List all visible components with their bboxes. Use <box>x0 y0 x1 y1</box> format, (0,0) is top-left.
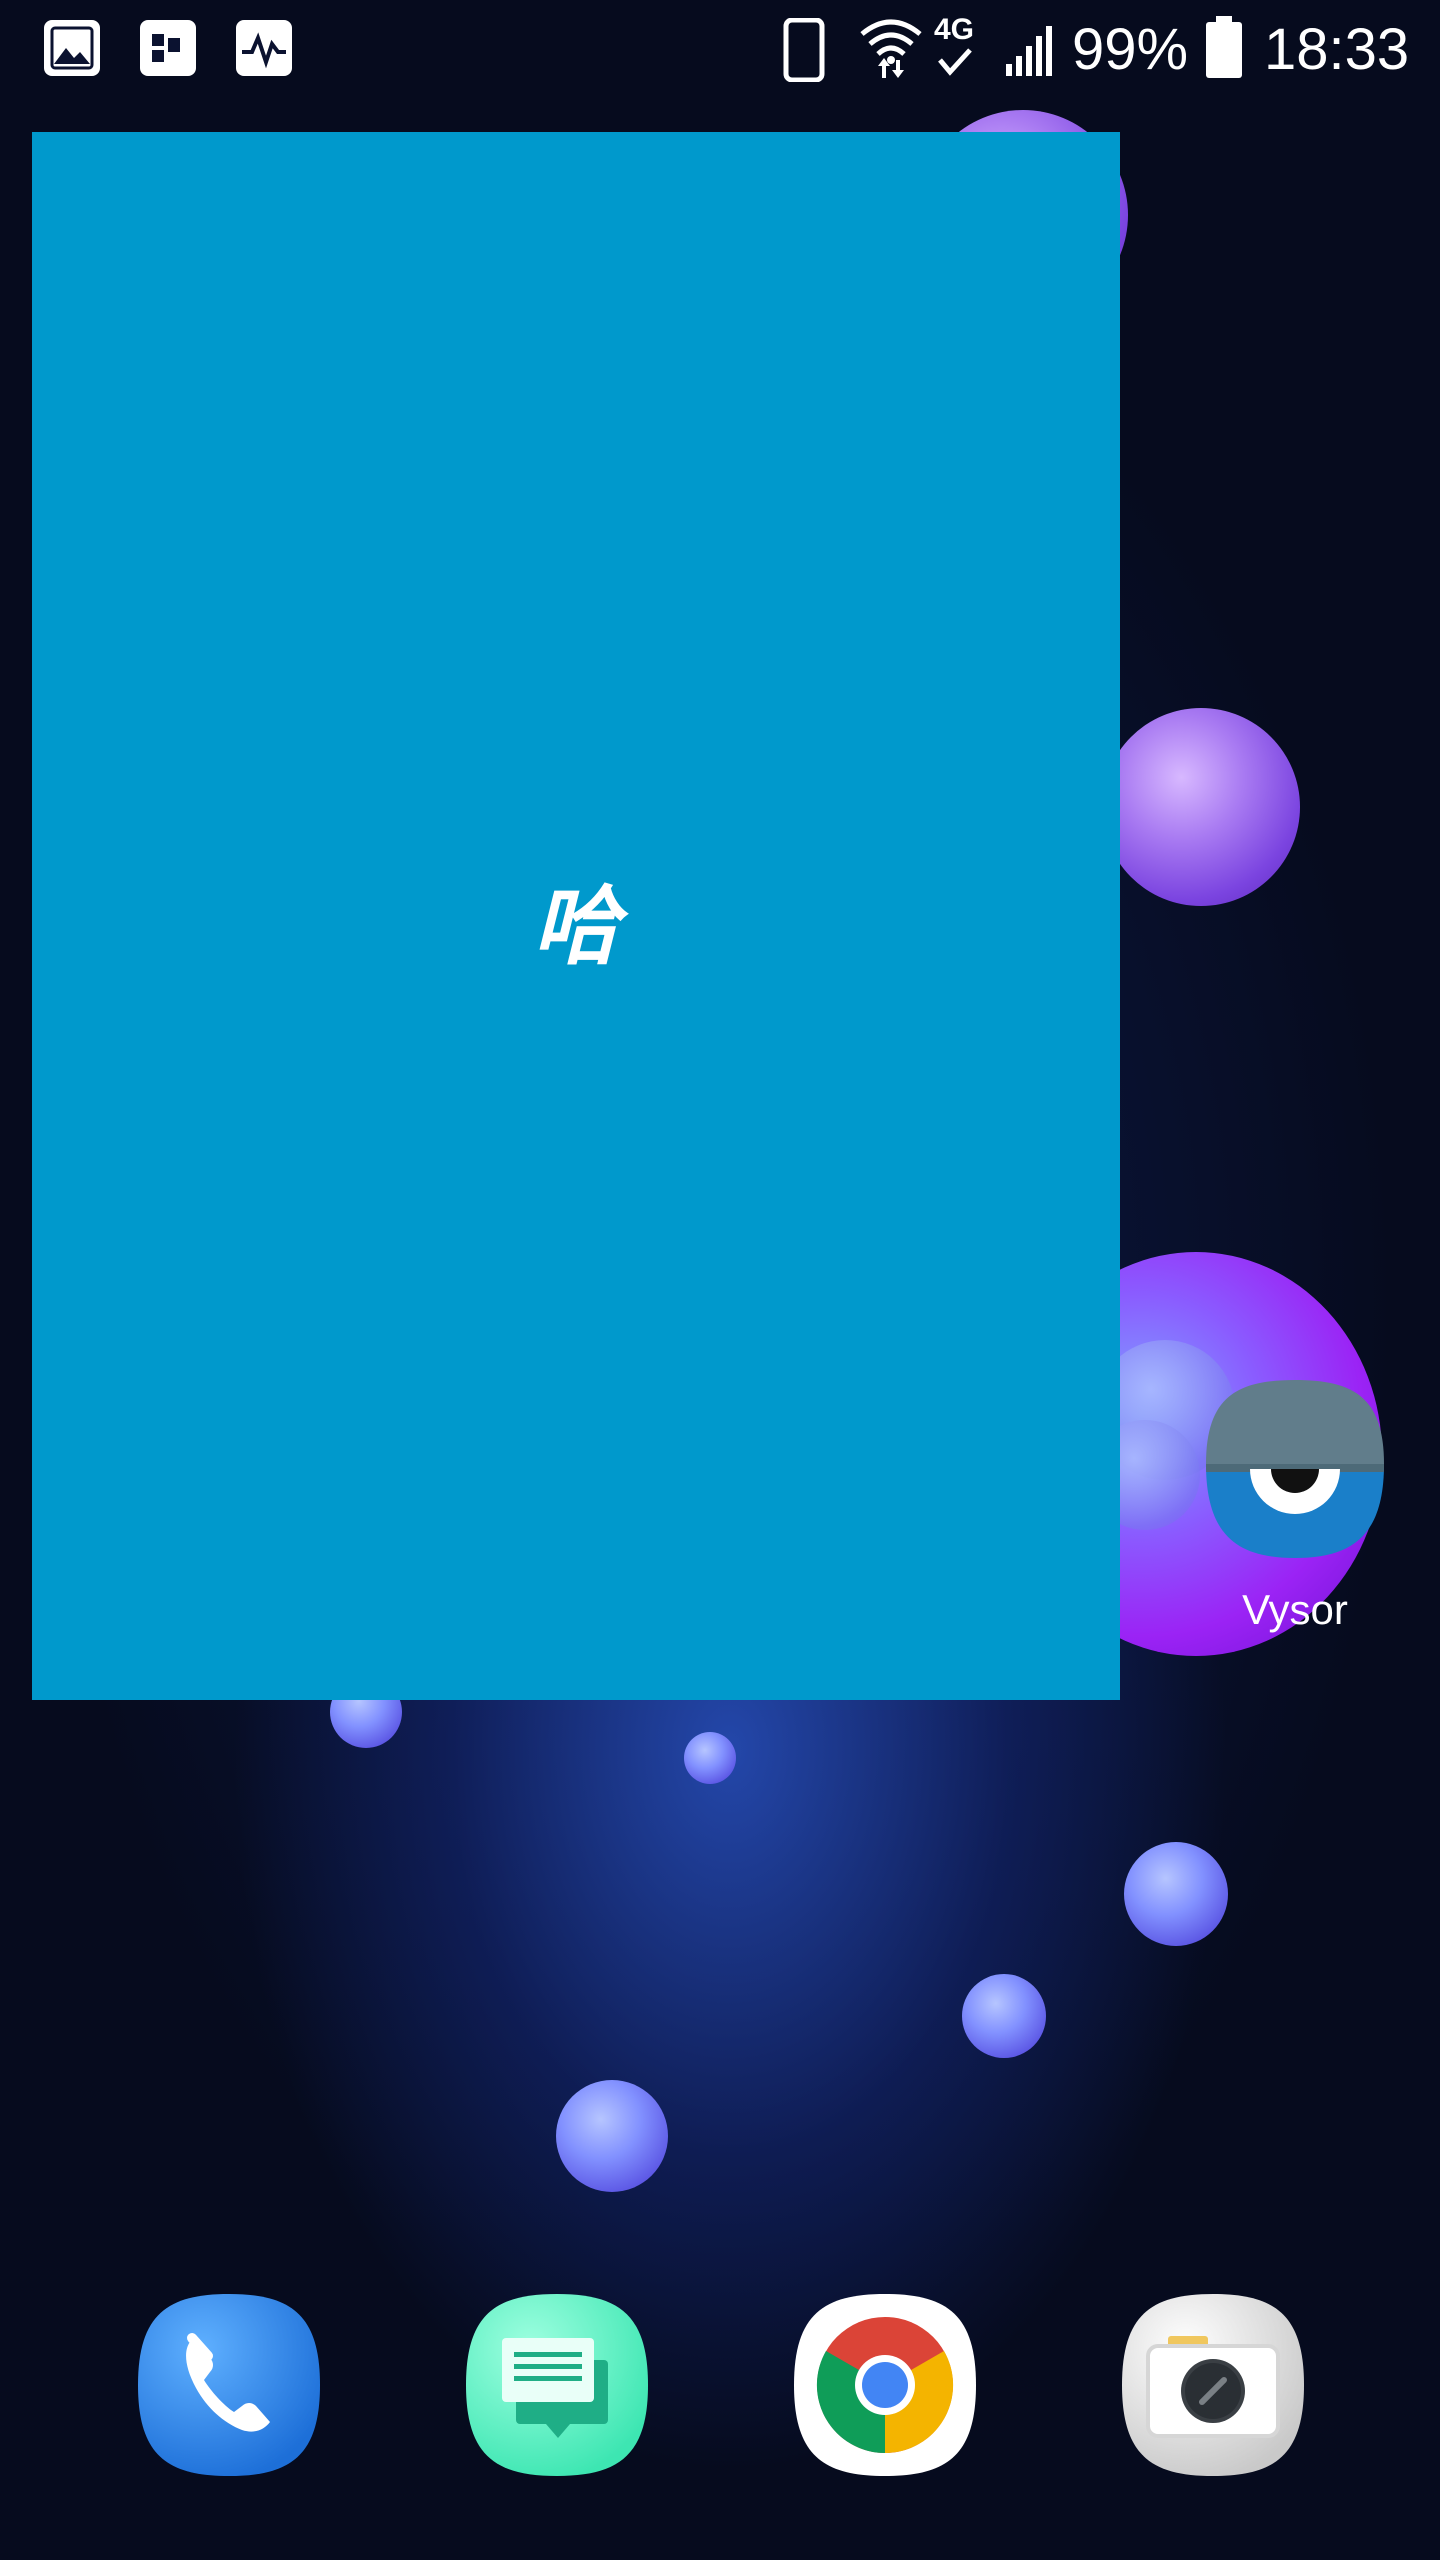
signal-icon <box>1004 18 1054 83</box>
dock-chrome-app[interactable] <box>790 2290 980 2480</box>
wallpaper-bubble <box>684 1732 736 1784</box>
4g-icon: 4G <box>934 14 978 85</box>
wallpaper-bubble <box>556 2080 668 2192</box>
wallpaper-bubble <box>1124 1842 1228 1946</box>
chrome-icon <box>794 2294 976 2476</box>
messages-icon <box>466 2294 648 2476</box>
camera-icon <box>1122 2294 1304 2476</box>
wifi-icon <box>858 16 924 85</box>
dock-phone-app[interactable] <box>134 2290 324 2480</box>
activity-monitor-icon <box>236 20 292 76</box>
dock-messages-app[interactable] <box>462 2290 652 2480</box>
phone-icon <box>138 2294 320 2476</box>
image-icon <box>44 20 100 76</box>
dock-camera-app[interactable] <box>1118 2290 1308 2480</box>
status-bar: 4G 99% 18:33 <box>0 0 1440 100</box>
network-type-label: 4G <box>934 13 975 46</box>
overlay-panel[interactable]: 哈 <box>32 132 1120 1700</box>
clock: 18:33 <box>1264 17 1410 82</box>
overlay-text: 哈 <box>533 876 619 977</box>
battery-percent: 99% <box>1072 17 1189 82</box>
vysor-icon[interactable] <box>1202 1376 1388 1562</box>
battery-icon <box>1204 16 1244 85</box>
app-label: Vysor <box>1242 1586 1348 1633</box>
usb-transfer-icon <box>140 20 196 76</box>
phone-icon <box>782 17 826 87</box>
wallpaper-bubble <box>1102 708 1300 906</box>
wallpaper-bubble <box>962 1974 1046 2058</box>
